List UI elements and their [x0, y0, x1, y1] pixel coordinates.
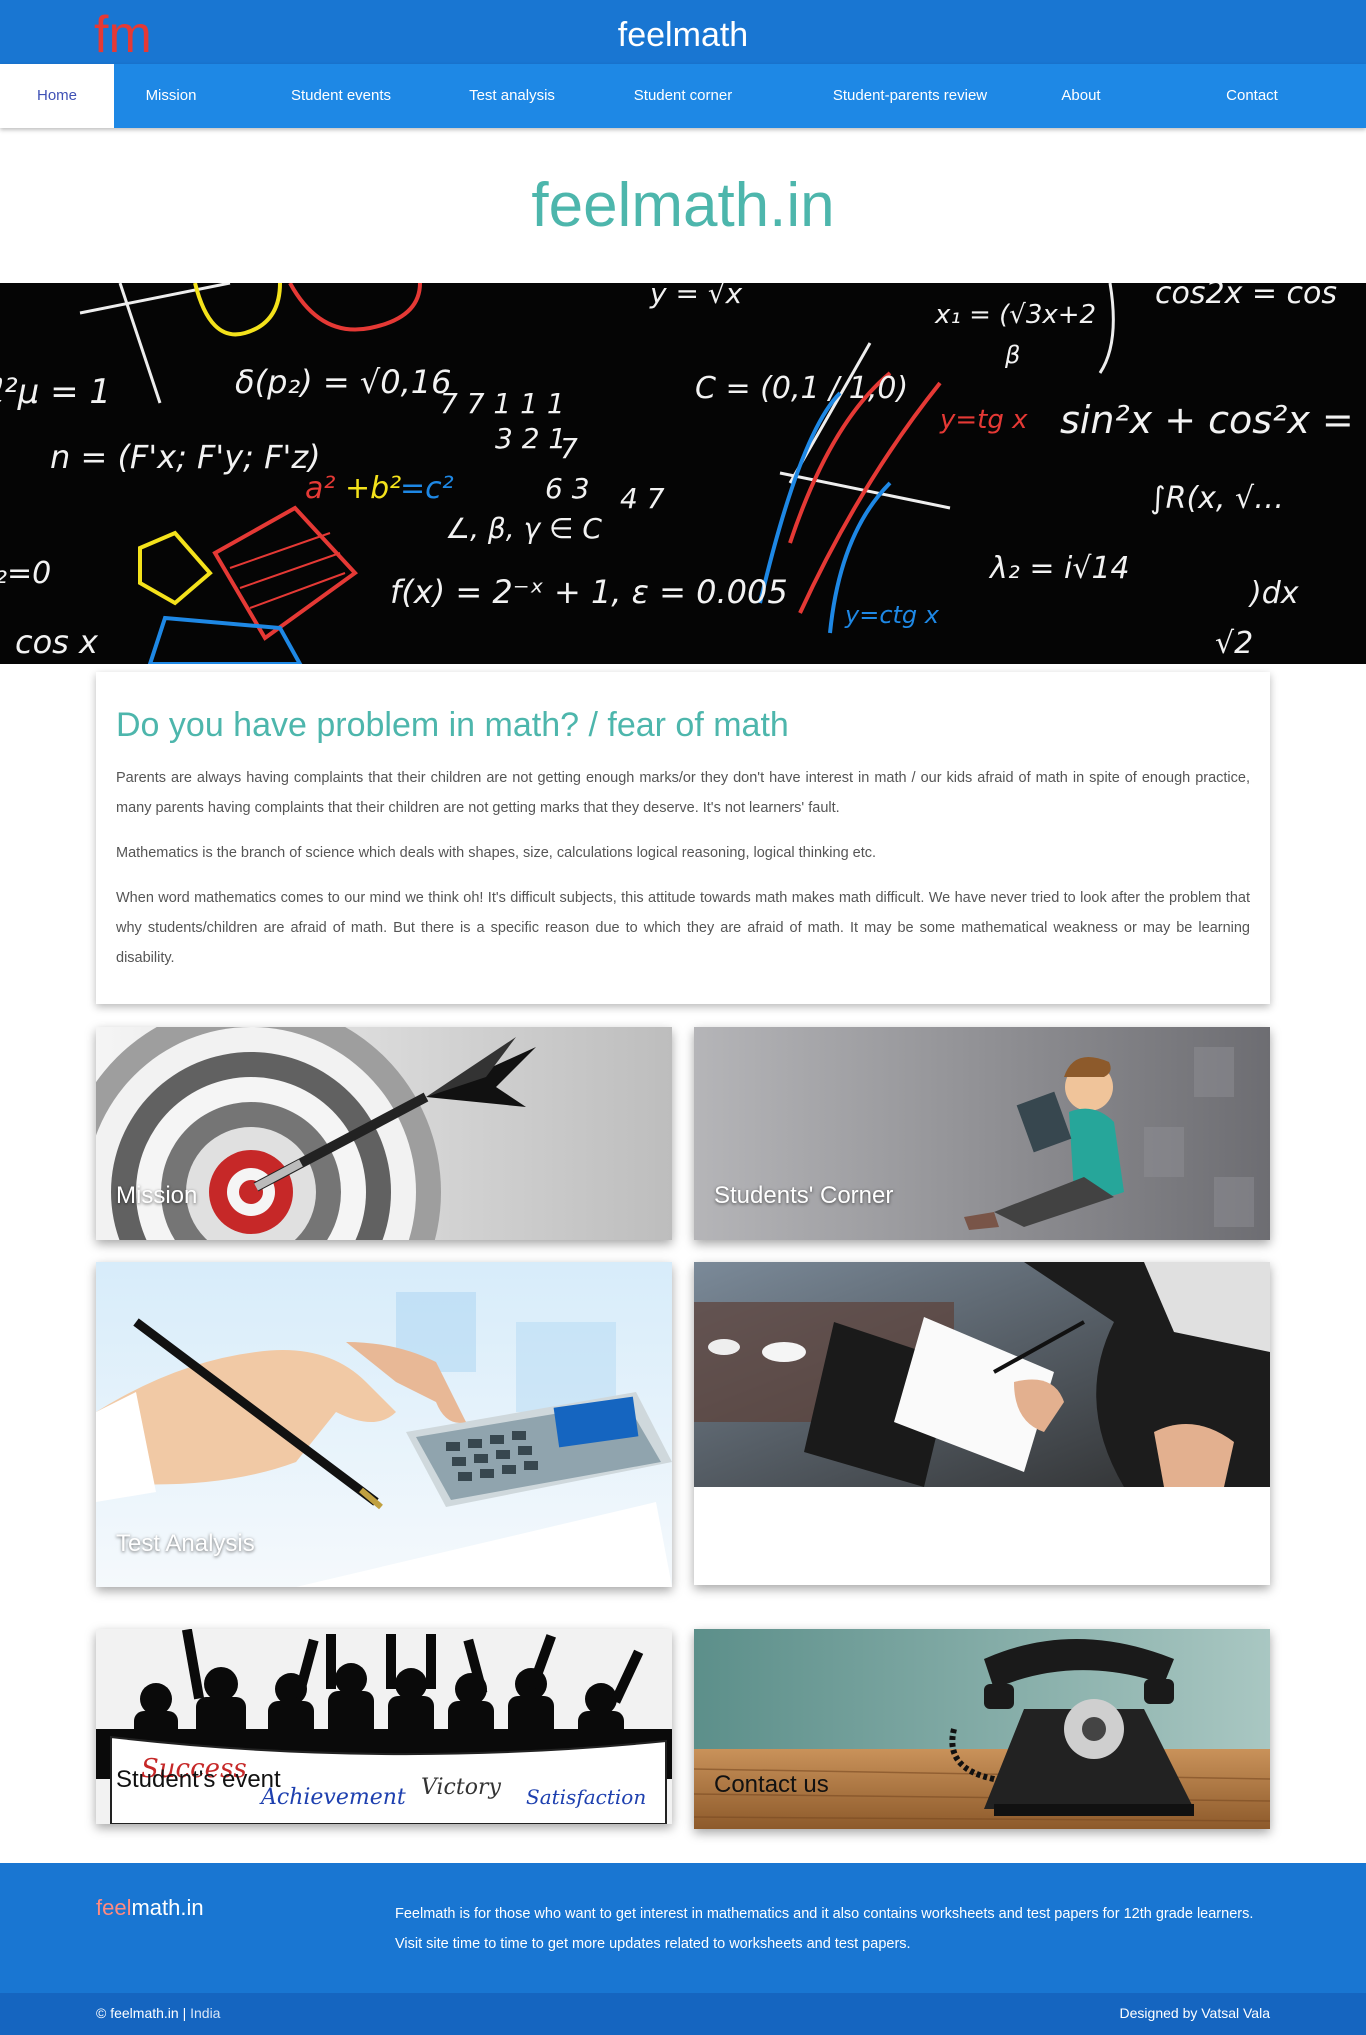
nav-mission[interactable]: Mission	[114, 64, 228, 128]
footer-brand-rest: math.in	[131, 1895, 204, 1920]
nav-student-parents-review[interactable]: Student-parents review	[820, 64, 1000, 128]
nav-about[interactable]: About	[1024, 64, 1138, 128]
svg-text:λ₂ = i√14: λ₂ = i√14	[988, 551, 1130, 586]
test-analysis-tile[interactable]: Test Analysis	[96, 1262, 672, 1587]
banner-word-victory: Victory	[421, 1775, 501, 1800]
svg-text:a²: a²	[305, 471, 335, 506]
intro-heading: Do you have problem in math? / fear of m…	[116, 706, 789, 744]
review-tile[interactable]	[694, 1262, 1270, 1585]
contact-label: Contact us	[714, 1771, 829, 1798]
svg-text:3 2 1: 3 2 1	[495, 422, 566, 455]
main-nav: Home Mission Student events Test analysi…	[0, 64, 1366, 128]
footer-description: Feelmath is for those who want to get in…	[395, 1906, 1254, 1952]
students-corner-label: Students' Corner	[714, 1182, 894, 1209]
copyright-owner: © feelmath.in |	[96, 2005, 191, 2021]
nav-home[interactable]: Home	[0, 64, 114, 128]
svg-text:=c²: =c²	[400, 471, 454, 506]
designer-credit: Designed by Vatsal Vala	[1119, 2005, 1270, 2021]
meeting-notes-image	[694, 1262, 1270, 1487]
svg-text:ℓ²μ = 1: ℓ²μ = 1	[0, 372, 111, 412]
svg-text:4 7: 4 7	[620, 482, 665, 515]
footer-brand[interactable]: feelmath.in	[96, 1895, 204, 1921]
banner-word-satisfaction: Satisfaction	[526, 1785, 646, 1809]
copyright-text: © feelmath.in | India	[96, 2005, 220, 2021]
contact-tile[interactable]: Contact us	[694, 1629, 1270, 1829]
svg-text:n = (F'x; F'y; F'z): n = (F'x; F'y; F'z)	[50, 438, 321, 476]
nav-contact[interactable]: Contact	[1195, 64, 1309, 128]
svg-text:x₁ = (√3x+2: x₁ = (√3x+2	[934, 300, 1096, 330]
student-event-label: Student's event	[116, 1766, 281, 1793]
svg-text:7: 7	[560, 432, 578, 465]
mission-label: Mission	[116, 1182, 198, 1209]
svg-text:₂=0: ₂=0	[0, 556, 51, 591]
copyright-country[interactable]: India	[190, 2005, 220, 2021]
svg-text:C = (0,1 / 1,0): C = (0,1 / 1,0)	[695, 371, 908, 406]
math-chalkboard-banner: ℓ²μ = 1 δ(p₂) = √0,16 n = (F'x; F'y; F'z…	[0, 283, 1366, 664]
svg-text:)dx: )dx	[1248, 576, 1299, 611]
nav-student-corner[interactable]: Student corner	[613, 64, 753, 128]
svg-text:+b²: +b²	[345, 471, 401, 506]
footer-brand-accent: feel	[96, 1895, 132, 1920]
top-bar: fm feelmath	[0, 0, 1366, 64]
students-corner-tile[interactable]: Students' Corner	[694, 1027, 1270, 1240]
mission-tile[interactable]: Mission	[96, 1027, 672, 1240]
svg-text:y=ctg x: y=ctg x	[844, 601, 940, 629]
svg-text:cos2x = cos: cos2x = cos	[1155, 283, 1337, 311]
nav-student-events[interactable]: Student events	[271, 64, 411, 128]
celebration-silhouette-image: Success Achievement Victory Satisfaction	[96, 1629, 672, 1824]
svg-text:√2: √2	[1215, 626, 1253, 661]
copyright-bar: © feelmath.in | India Designed by Vatsal…	[0, 1993, 1366, 2035]
intro-card: Do you have problem in math? / fear of m…	[96, 672, 1270, 1004]
svg-text:β: β	[1004, 341, 1020, 369]
vintage-telephone-image	[694, 1629, 1270, 1829]
svg-text:7 7 1 1 1: 7 7 1 1 1	[440, 387, 565, 420]
student-event-tile[interactable]: Success Achievement Victory Satisfaction…	[96, 1629, 672, 1824]
svg-text:δ(p₂) = √0,16: δ(p₂) = √0,16	[235, 363, 451, 401]
svg-text:∠, β, γ ∈ C: ∠, β, γ ∈ C	[445, 512, 602, 545]
intro-paragraph: When word mathematics comes to our mind …	[116, 890, 1250, 966]
svg-text:∫R(x, √…: ∫R(x, √…	[1150, 481, 1284, 516]
svg-text:y = √x: y = √x	[649, 283, 743, 310]
header-title: feelmath	[617, 16, 749, 54]
svg-text:6 3: 6 3	[545, 472, 590, 505]
site-title: feelmath.in	[531, 171, 835, 240]
svg-text:cos x: cos x	[15, 623, 99, 661]
svg-text:f(x) = 2⁻ˣ + 1, ε = 0.005: f(x) = 2⁻ˣ + 1, ε = 0.005	[390, 573, 788, 611]
intro-paragraph: Parents are always having complaints tha…	[116, 770, 1250, 816]
svg-text:sin²x + cos²x = 1: sin²x + cos²x = 1	[1060, 398, 1366, 442]
footer: feelmath.in Feelmath is for those who wa…	[0, 1863, 1366, 1993]
banner-word-achievement: Achievement	[259, 1785, 406, 1810]
test-analysis-label: Test Analysis	[116, 1530, 255, 1557]
nav-test-analysis[interactable]: Test analysis	[442, 64, 582, 128]
svg-text:y=tg x: y=tg x	[939, 405, 1028, 435]
chalkboard-image: ℓ²μ = 1 δ(p₂) = √0,16 n = (F'x; F'y; F'z…	[0, 283, 1366, 664]
intro-paragraph: Mathematics is the branch of science whi…	[116, 845, 877, 861]
